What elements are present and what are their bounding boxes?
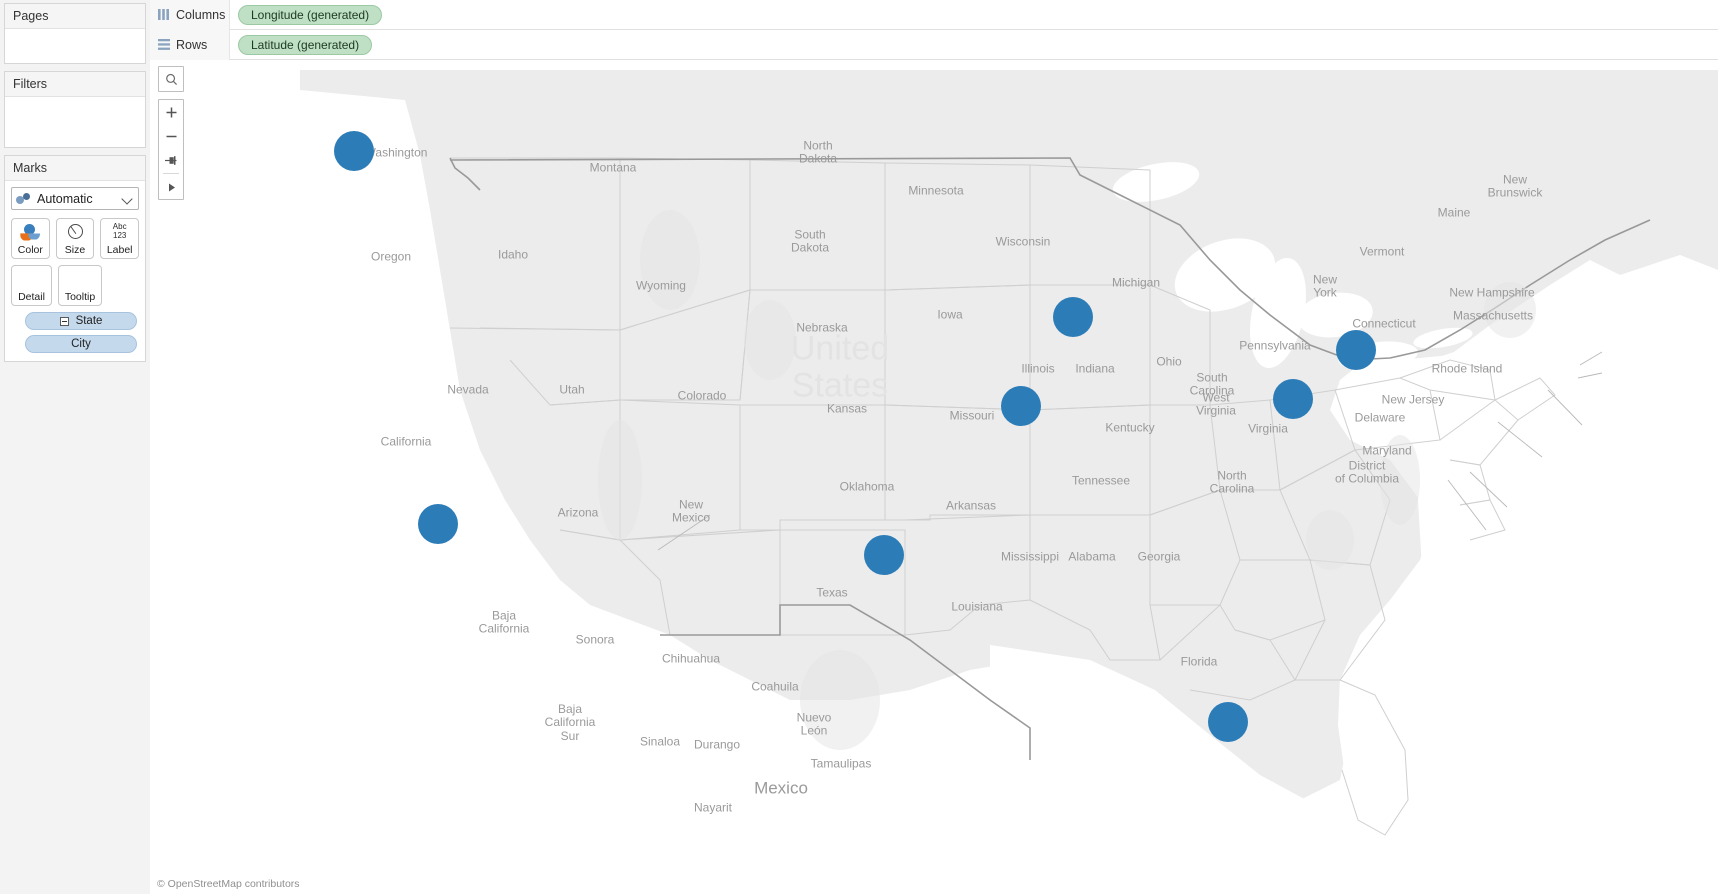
map-attribution: © OpenStreetMap contributors: [157, 878, 300, 890]
size-button-label: Size: [64, 244, 86, 256]
columns-shelf-label: Columns: [176, 7, 226, 22]
filters-card: Filters: [4, 71, 146, 148]
map-mark-circle[interactable]: [1001, 386, 1041, 426]
map-mark-circle[interactable]: [1336, 330, 1376, 370]
toolbar-divider: [163, 173, 179, 174]
columns-shelf-label-group: Columns: [150, 0, 230, 30]
mark-type-value: Automatic: [37, 191, 93, 206]
label-button-label: Label: [106, 244, 133, 256]
marks-pill-city-label: City: [71, 338, 91, 350]
pin-icon: [165, 155, 177, 165]
rows-shelf-label: Rows: [176, 37, 208, 52]
marks-automatic-icon: [16, 192, 34, 206]
pages-card-title: Pages: [5, 4, 145, 29]
color-button[interactable]: Color: [11, 218, 50, 259]
map-search-group: [158, 66, 184, 92]
marks-pill-city[interactable]: City: [25, 335, 137, 353]
color-icon: [12, 219, 49, 244]
basemap: [150, 60, 1718, 894]
tooltip-button[interactable]: Tooltip: [58, 265, 102, 306]
size-icon: [57, 219, 94, 244]
tableau-worksheet: Pages Filters Marks Automatic Color Size…: [0, 0, 1718, 894]
map-mark-circle[interactable]: [1208, 702, 1248, 742]
zoom-in-button[interactable]: [159, 100, 183, 124]
mark-type-dropdown[interactable]: Automatic: [11, 187, 139, 210]
rows-shelf-icon: [158, 39, 170, 50]
detail-button-label: Detail: [18, 291, 45, 303]
pages-card: Pages: [4, 3, 146, 64]
zoom-out-button[interactable]: [159, 124, 183, 148]
map-canvas[interactable]: Washington Montana North Dakota Minnesota Or…: [150, 60, 1718, 894]
marks-card-title: Marks: [5, 156, 145, 181]
size-button[interactable]: Size: [55, 218, 95, 259]
filters-shelf-dropzone[interactable]: [5, 97, 145, 147]
detail-icon: [12, 266, 51, 291]
worksheet-pane: Columns Longitude (generated) Rows Latit…: [150, 0, 1718, 894]
map-zoom-group: [158, 99, 184, 200]
color-button-label: Color: [17, 244, 43, 256]
magnifier-icon: [165, 73, 177, 85]
collapse-minus-icon[interactable]: [59, 316, 69, 326]
rows-shelf[interactable]: Rows Latitude (generated): [150, 29, 1718, 60]
map-mark-circle[interactable]: [864, 535, 904, 575]
pin-map-button[interactable]: [159, 148, 183, 172]
plus-icon: [166, 107, 176, 117]
columns-shelf-icon: [158, 9, 169, 20]
play-triangle-icon: [168, 183, 175, 191]
pages-shelf-dropzone[interactable]: [5, 29, 145, 63]
rows-shelf-label-group: Rows: [150, 29, 230, 60]
filters-card-title: Filters: [5, 72, 145, 97]
expand-toolbar-button[interactable]: [159, 175, 183, 199]
map-mark-circle[interactable]: [1273, 379, 1313, 419]
detail-button[interactable]: Detail: [11, 265, 52, 306]
rows-field-pill[interactable]: Latitude (generated): [238, 34, 373, 55]
chevron-down-icon: [122, 193, 134, 205]
marks-card: Marks Automatic Color Size Abc 123 Label…: [4, 155, 146, 362]
abc123-label-icon: Abc 123: [101, 219, 138, 244]
marks-pill-state-label: State: [75, 315, 103, 327]
columns-shelf[interactable]: Columns Longitude (generated): [150, 0, 1718, 30]
tooltip-button-label: Tooltip: [64, 291, 96, 303]
label-icon-123: 123: [113, 230, 127, 240]
map-mark-circle[interactable]: [1053, 297, 1093, 337]
map-mark-circle[interactable]: [418, 504, 458, 544]
minus-icon: [166, 135, 176, 137]
columns-field-pill[interactable]: Longitude (generated): [238, 4, 383, 25]
map-search-button[interactable]: [159, 67, 183, 91]
tooltip-icon: [59, 266, 101, 291]
marks-pill-state[interactable]: State: [25, 312, 137, 330]
map-mark-circle[interactable]: [334, 131, 374, 171]
label-button[interactable]: Abc 123 Label: [100, 218, 140, 259]
map-toolbar: [158, 66, 184, 207]
left-sidebar: Pages Filters Marks Automatic Color Size…: [0, 0, 150, 894]
